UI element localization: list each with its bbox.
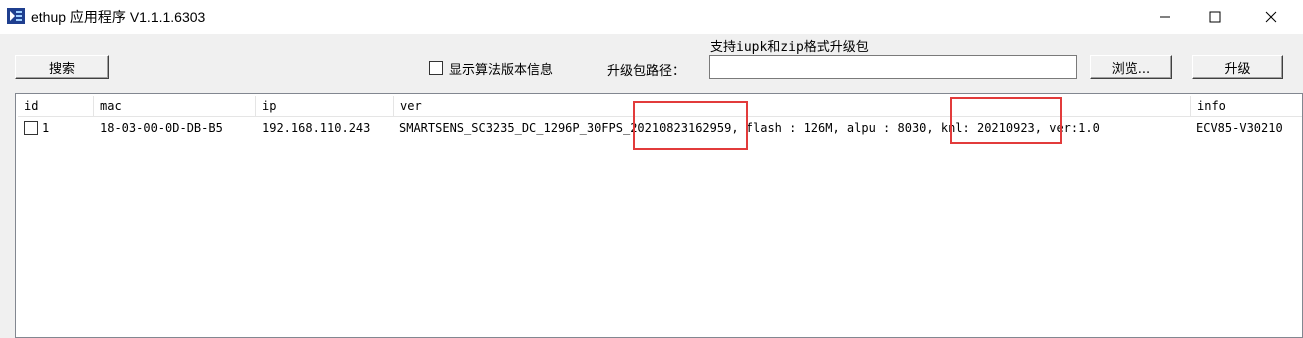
row-checkbox[interactable] <box>24 121 38 135</box>
browse-button[interactable]: 浏览... <box>1090 55 1172 79</box>
highlight-build-date <box>633 101 748 150</box>
column-header-ver[interactable]: ver <box>394 96 1191 116</box>
maximize-icon <box>1209 11 1221 23</box>
cell-ver: SMARTSENS_SC3235_DC_1296P_30FPS_20210823… <box>399 121 1100 135</box>
close-button[interactable] <box>1248 0 1294 34</box>
column-header-id[interactable]: id <box>18 96 94 116</box>
close-icon <box>1265 11 1277 23</box>
search-button[interactable]: 搜索 <box>15 55 109 79</box>
maximize-button[interactable] <box>1192 0 1238 34</box>
path-label: 升级包路径： <box>607 64 686 79</box>
column-header-info[interactable]: info <box>1191 96 1302 116</box>
minimize-icon <box>1160 16 1170 18</box>
upgrade-button[interactable]: 升级 <box>1192 55 1283 79</box>
show-algo-version-checkbox[interactable] <box>429 61 443 75</box>
path-hint: 支持iupk和zip格式升级包 <box>710 40 869 55</box>
show-algo-version-label: 显示算法版本信息 <box>449 63 554 78</box>
cell-mac: 18-03-00-0D-DB-B5 <box>100 121 223 135</box>
window-title: ethup 应用程序 V1.1.1.6303 <box>31 9 206 25</box>
app-icon <box>7 8 25 24</box>
minimize-button[interactable] <box>1142 0 1188 34</box>
cell-id: 1 <box>42 121 50 135</box>
highlight-kernel-date <box>950 97 1062 144</box>
package-path-input[interactable] <box>709 55 1077 79</box>
column-header-mac[interactable]: mac <box>94 96 256 116</box>
cell-ip: 192.168.110.243 <box>262 121 371 135</box>
cell-info: ECV85-V30210 <box>1196 121 1283 135</box>
title-bar: ethup 应用程序 V1.1.1.6303 <box>0 0 1303 34</box>
column-header-ip[interactable]: ip <box>256 96 394 116</box>
